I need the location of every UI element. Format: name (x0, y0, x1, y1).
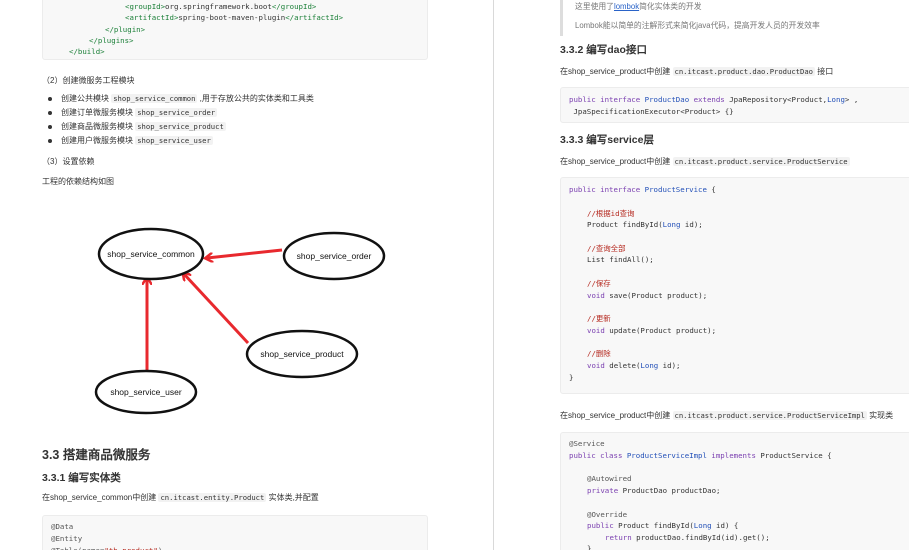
left-page: <groupId>org.springframework.boot</group… (0, 0, 493, 550)
note-line-1: 这里使用了lombok简化实体类的开发 (575, 2, 702, 11)
note-line-2: Lombok能以简单的注解形式来简化java代码，提高开发人员的开发效率 (575, 21, 820, 30)
code-line: } (569, 373, 574, 382)
code-line: void save(Product product); (587, 291, 708, 300)
section-heading-3-3-1: 3.3.1 编写实体类 (42, 472, 121, 484)
code-comment: //保存 (587, 279, 611, 288)
node-common-label: shop_service_common (107, 249, 195, 259)
entity-description: 在shop_service_common中创建 cn.itcast.entity… (42, 493, 319, 502)
code-line: private ProductDao productDao; (587, 486, 721, 495)
dependency-diagram: shop_service_common shop_service_order s… (94, 227, 386, 415)
code-line: @Data (51, 522, 74, 531)
code-line: @Entity (51, 534, 83, 543)
impl-description: 在shop_service_product中创建 cn.itcast.produ… (560, 411, 894, 420)
node-order-label: shop_service_order (297, 251, 372, 261)
code-line: @Autowired (587, 474, 632, 483)
code-line: public Product findById(Long id) { (587, 521, 739, 530)
code-line: } (587, 544, 592, 550)
section-heading-3-3-2: 3.3.2 编写dao接口 (560, 44, 647, 56)
code-comment: //删除 (587, 349, 611, 358)
code-line: JpaSpecificationExecutor<Product> {} (569, 107, 734, 116)
node-user-label: shop_service_user (110, 387, 182, 397)
code-line: void update(Product product); (587, 326, 717, 335)
code-line: return productDao.findById(id).get(); (605, 533, 770, 542)
impl-code-block: @Service public class ProductServiceImpl… (560, 432, 909, 550)
lombok-note: 这里使用了lombok简化实体类的开发 Lombok能以简单的注解形式来简化ja… (560, 0, 909, 36)
code-line: @Service (569, 439, 605, 448)
right-page: 这里使用了lombok简化实体类的开发 Lombok能以简单的注解形式来简化ja… (494, 0, 909, 550)
node-product-label: shop_service_product (260, 349, 344, 359)
section-heading-3-3: 3.3 搭建商品微服务 (42, 448, 151, 462)
lombok-link[interactable]: lombok (614, 2, 639, 11)
code-line: public class ProductServiceImpl implemen… (569, 451, 832, 460)
service-description: 在shop_service_product中创建 cn.itcast.produ… (560, 157, 850, 166)
dao-description: 在shop_service_product中创建 cn.itcast.produ… (560, 67, 834, 76)
code-line: Product findById(Long id); (587, 220, 703, 229)
service-code-block: public interface ProductService { //根据id… (560, 177, 909, 394)
code-line: public interface ProductDao extends JpaR… (569, 95, 859, 104)
section-heading-3-3-3: 3.3.3 编写service层 (560, 134, 654, 146)
code-line: List findAll(); (587, 255, 654, 264)
code-line: @Table(name="tb_product") (51, 545, 162, 550)
code-comment: //更新 (587, 314, 611, 323)
entity-code-block: @Data @Entity @Table(name="tb_product") (42, 515, 428, 550)
code-line: public interface ProductService { (569, 185, 716, 194)
arrow-order-to-common (207, 248, 283, 258)
code-line: void delete(Long id); (587, 361, 681, 370)
dao-code-block: public interface ProductDao extends JpaR… (560, 87, 909, 123)
arrow-product-to-common (184, 274, 250, 345)
